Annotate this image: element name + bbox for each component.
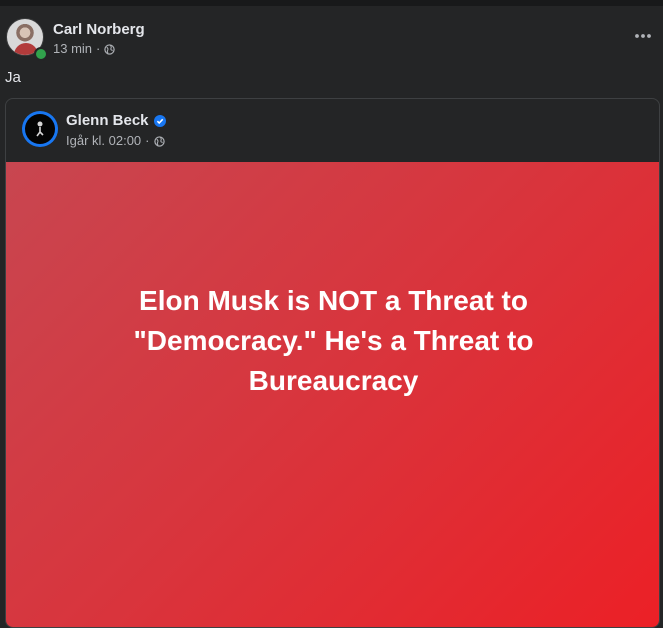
meta-separator: · bbox=[96, 41, 101, 56]
globe-icon bbox=[153, 135, 165, 147]
shared-author-avatar[interactable] bbox=[22, 111, 58, 147]
post-text: Ja bbox=[5, 69, 21, 86]
shared-post-image[interactable]: Elon Musk is NOT a Threat to "Democracy.… bbox=[6, 162, 659, 627]
more-options-button[interactable] bbox=[626, 24, 660, 48]
globe-icon bbox=[104, 43, 116, 55]
post-timestamp[interactable]: 13 min bbox=[53, 41, 92, 57]
shared-post[interactable]: Glenn Beck Igår kl. 02:00 · Elon Musk is… bbox=[5, 98, 660, 628]
online-status-dot bbox=[34, 47, 48, 61]
post-meta: 13 min · bbox=[53, 41, 116, 57]
shared-avatar-inner bbox=[25, 114, 55, 144]
author-name[interactable]: Carl Norberg bbox=[53, 21, 145, 39]
shared-post-meta: Igår kl. 02:00 · bbox=[66, 133, 165, 149]
shared-meta-separator: · bbox=[145, 133, 150, 148]
shared-author-name[interactable]: Glenn Beck bbox=[66, 112, 166, 130]
feed-post: Carl Norberg 13 min · Ja Glenn Beck Igår… bbox=[0, 6, 663, 628]
shared-author-label[interactable]: Glenn Beck bbox=[66, 112, 149, 130]
ellipsis-icon bbox=[635, 34, 651, 38]
shared-post-timestamp[interactable]: Igår kl. 02:00 bbox=[66, 133, 141, 149]
image-headline: Elon Musk is NOT a Threat to "Democracy.… bbox=[133, 284, 534, 396]
avatar-figure-icon bbox=[36, 121, 44, 137]
verified-badge-icon bbox=[153, 115, 166, 127]
